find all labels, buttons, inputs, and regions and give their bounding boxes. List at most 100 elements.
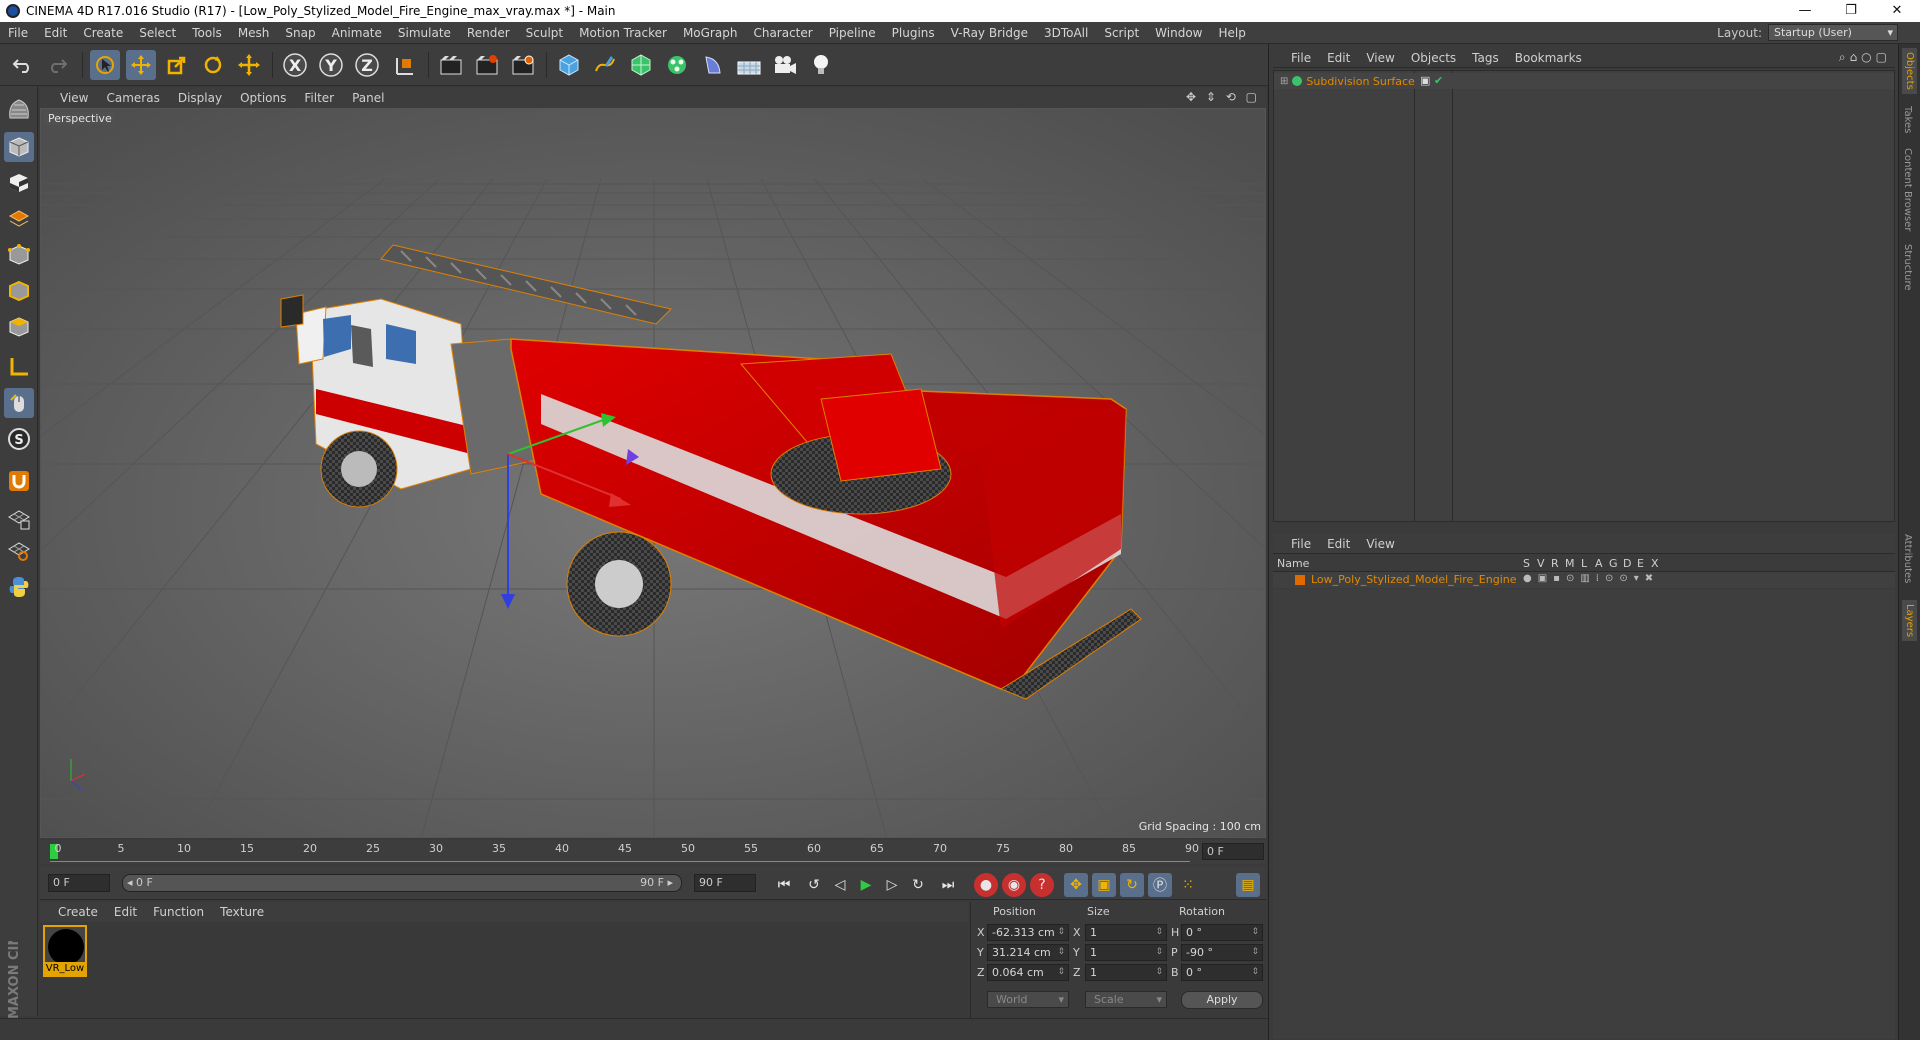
deformer-icon[interactable] bbox=[698, 50, 728, 80]
frame-range-slider[interactable]: ◂ 0 F 90 F ▸ bbox=[122, 874, 682, 892]
vp-menu-panel[interactable]: Panel bbox=[343, 91, 393, 105]
magnet-icon[interactable] bbox=[4, 466, 34, 496]
layer-name[interactable]: Low_Poly_Stylized_Model_Fire_Engine bbox=[1311, 573, 1517, 586]
menu-render[interactable]: Render bbox=[459, 26, 518, 40]
floor-icon[interactable] bbox=[734, 50, 764, 80]
menu-window[interactable]: Window bbox=[1147, 26, 1210, 40]
vp-menu-filter[interactable]: Filter bbox=[295, 91, 343, 105]
object-name[interactable]: Subdivision Surface bbox=[1306, 75, 1414, 88]
layer-color-swatch[interactable] bbox=[1295, 575, 1305, 585]
end-frame-field[interactable]: 90 F bbox=[694, 874, 756, 892]
object-mode-icon[interactable] bbox=[4, 132, 34, 162]
perspective-viewport[interactable]: Perspective Grid Spacing : 100 cm bbox=[40, 108, 1266, 838]
tab-objects[interactable]: Objects bbox=[1902, 48, 1917, 94]
menu-snap[interactable]: Snap bbox=[277, 26, 323, 40]
key-rotation-icon[interactable]: ↻ bbox=[1120, 873, 1144, 897]
next-frame-icon[interactable]: ▷ bbox=[880, 873, 904, 897]
camera-icon[interactable] bbox=[770, 50, 800, 80]
tab-content-browser[interactable]: Content Browser bbox=[1902, 148, 1913, 231]
menu-script[interactable]: Script bbox=[1096, 26, 1147, 40]
next-key-icon[interactable]: ↻ bbox=[906, 873, 930, 897]
obj-menu-tags[interactable]: Tags bbox=[1464, 51, 1507, 65]
workplane-lock-icon[interactable] bbox=[4, 504, 34, 534]
keyframe-selection-icon[interactable]: ? bbox=[1030, 873, 1054, 897]
tab-structure[interactable]: Structure bbox=[1902, 244, 1913, 291]
pen-spline-icon[interactable] bbox=[590, 50, 620, 80]
mat-menu-edit[interactable]: Edit bbox=[106, 905, 145, 919]
mat-menu-texture[interactable]: Texture bbox=[212, 905, 272, 919]
record-icon[interactable]: ● bbox=[974, 873, 998, 897]
cloner-icon[interactable] bbox=[662, 50, 692, 80]
axis-icon[interactable] bbox=[4, 352, 34, 382]
rotation-p-field[interactable]: -90 ° bbox=[1181, 944, 1263, 961]
rotation-b-field[interactable]: 0 ° bbox=[1181, 964, 1263, 981]
layer-row[interactable]: Low_Poly_Stylized_Model_Fire_Engine ●▣▪⊙… bbox=[1273, 572, 1895, 588]
layer-menu-file[interactable]: File bbox=[1273, 537, 1319, 551]
select-arrow-icon[interactable] bbox=[90, 50, 120, 80]
menu-help[interactable]: Help bbox=[1210, 26, 1253, 40]
snap-icon[interactable]: S bbox=[4, 424, 34, 454]
vp-menu-view[interactable]: View bbox=[40, 91, 97, 105]
obj-menu-objects[interactable]: Objects bbox=[1403, 51, 1464, 65]
x-axis-icon[interactable]: X bbox=[280, 50, 310, 80]
render-settings-icon[interactable] bbox=[508, 50, 538, 80]
viewport-nav-icons[interactable]: ✥ ⇕ ⟲ ▢ bbox=[1186, 90, 1260, 104]
obj-menu-file[interactable]: File bbox=[1273, 51, 1319, 65]
tab-takes[interactable]: Takes bbox=[1902, 106, 1913, 133]
layout-dropdown[interactable]: Startup (User) bbox=[1768, 24, 1898, 41]
timeline-window-icon[interactable]: ▤ bbox=[1236, 873, 1260, 897]
key-parameter-icon[interactable]: Ⓟ bbox=[1148, 873, 1172, 897]
minimize-button[interactable]: — bbox=[1782, 0, 1828, 22]
grid-icon[interactable] bbox=[4, 536, 34, 566]
visibility-toggle-icon[interactable]: ▣ bbox=[1420, 74, 1430, 87]
size-x-field[interactable]: 1 bbox=[1085, 924, 1167, 941]
layer-menu-view[interactable]: View bbox=[1358, 537, 1402, 551]
menu-simulate[interactable]: Simulate bbox=[390, 26, 459, 40]
uv-mode-icon[interactable] bbox=[4, 204, 34, 234]
auto-key-icon[interactable]: ◉ bbox=[1002, 873, 1026, 897]
tab-layers[interactable]: Layers bbox=[1902, 600, 1917, 642]
menu-mograph[interactable]: MoGraph bbox=[675, 26, 746, 40]
menu-plugins[interactable]: Plugins bbox=[884, 26, 943, 40]
vp-menu-display[interactable]: Display bbox=[169, 91, 231, 105]
python-icon[interactable] bbox=[4, 572, 34, 602]
edges-mode-icon[interactable] bbox=[4, 276, 34, 306]
move-icon[interactable] bbox=[126, 50, 156, 80]
light-icon[interactable] bbox=[806, 50, 836, 80]
expand-icon[interactable]: ⊞ bbox=[1280, 76, 1288, 87]
object-row[interactable]: ⊞ Subdivision Surface ▣ ✔ bbox=[1274, 73, 1894, 89]
menu-character[interactable]: Character bbox=[745, 26, 820, 40]
rotate-icon[interactable] bbox=[198, 50, 228, 80]
apply-button[interactable]: Apply bbox=[1181, 991, 1263, 1009]
key-scale-icon[interactable]: ▣ bbox=[1092, 873, 1116, 897]
tweak-icon[interactable] bbox=[4, 388, 34, 418]
menu-file[interactable]: File bbox=[0, 26, 36, 40]
polygons-mode-icon[interactable] bbox=[4, 312, 34, 342]
restore-button[interactable]: ❐ bbox=[1828, 0, 1874, 22]
start-frame-field[interactable]: 0 F bbox=[48, 874, 110, 892]
layer-flags-icons[interactable]: ●▣▪⊙▥⁞⊙⊙▾✖ bbox=[1523, 573, 1659, 584]
menu-animate[interactable]: Animate bbox=[324, 26, 390, 40]
previous-key-icon[interactable]: ↺ bbox=[802, 873, 826, 897]
size-z-field[interactable]: 1 bbox=[1085, 964, 1167, 981]
coordinate-system-icon[interactable] bbox=[390, 50, 420, 80]
go-to-end-icon[interactable]: ⏭ bbox=[936, 873, 960, 897]
go-to-start-icon[interactable]: ⏮ bbox=[772, 873, 796, 897]
obj-menu-view[interactable]: View bbox=[1358, 51, 1402, 65]
menu-vray-bridge[interactable]: V-Ray Bridge bbox=[943, 26, 1036, 40]
texture-mode-icon[interactable] bbox=[4, 168, 34, 198]
menu-pipeline[interactable]: Pipeline bbox=[821, 26, 884, 40]
points-mode-icon[interactable] bbox=[4, 240, 34, 270]
mat-menu-create[interactable]: Create bbox=[40, 905, 106, 919]
menu-create[interactable]: Create bbox=[75, 26, 131, 40]
play-icon[interactable]: ▶ bbox=[854, 873, 878, 897]
scale-dropdown[interactable]: Scale bbox=[1085, 991, 1167, 1008]
redo-icon[interactable] bbox=[42, 50, 72, 80]
position-y-field[interactable]: 31.214 cm bbox=[987, 944, 1069, 961]
obj-menu-bookmarks[interactable]: Bookmarks bbox=[1507, 51, 1590, 65]
rotation-h-field[interactable]: 0 ° bbox=[1181, 924, 1263, 941]
size-y-field[interactable]: 1 bbox=[1085, 944, 1167, 961]
scale-icon[interactable] bbox=[162, 50, 192, 80]
current-frame-field[interactable]: 0 F bbox=[1202, 843, 1264, 860]
object-manager-search-icon[interactable]: ⌕⌂○▢ bbox=[1839, 50, 1891, 65]
